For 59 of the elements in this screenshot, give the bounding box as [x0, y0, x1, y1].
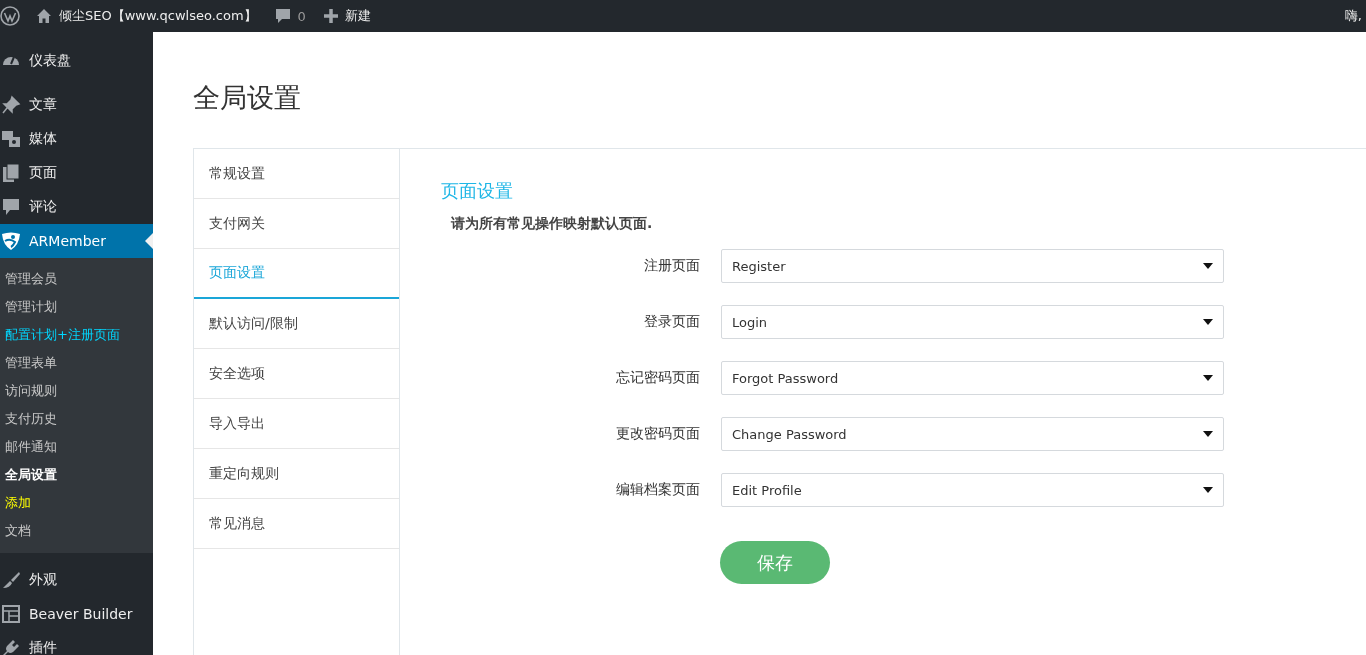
page-title: 全局设置	[193, 81, 302, 115]
section-description: 请为所有常见操作映射默认页面.	[451, 215, 654, 233]
submenu-item[interactable]: 添加	[0, 489, 153, 517]
submenu-item[interactable]: 管理计划	[0, 293, 153, 321]
settings-tab[interactable]: 常规设置	[194, 149, 399, 199]
settings-tab[interactable]: 支付网关	[194, 199, 399, 249]
paintbrush-icon	[1, 570, 21, 590]
menu-item[interactable]: 外观	[0, 563, 153, 597]
menu-item[interactable]: 仪表盘	[0, 44, 153, 78]
submenu-item[interactable]: 管理会员	[0, 265, 153, 293]
current-menu-pointer	[145, 233, 153, 249]
field-label: 登录页面	[643, 313, 700, 331]
plug-icon	[1, 638, 21, 655]
greeting-link[interactable]: 嗨,	[1344, 7, 1366, 25]
layout-icon	[1, 604, 21, 624]
comment-icon[interactable]	[274, 8, 291, 24]
menu-item[interactable]: 页面	[0, 156, 153, 190]
armember-logo-icon	[1, 231, 21, 251]
speech-bubble-icon	[1, 197, 21, 217]
submenu-item[interactable]: 管理表单	[0, 349, 153, 377]
menu-item[interactable]: Beaver Builder	[0, 597, 153, 631]
plus-icon[interactable]	[323, 9, 338, 23]
submenu-item[interactable]: 邮件通知	[0, 433, 153, 461]
submenu-item[interactable]: 支付历史	[0, 405, 153, 433]
dropdown-caret-icon	[1203, 487, 1213, 493]
settings-tab[interactable]: 常见消息	[194, 499, 399, 549]
settings-tab[interactable]: 重定向规则	[194, 449, 399, 499]
menu-item[interactable]: 评论	[0, 190, 153, 224]
site-name-link[interactable]: 倾尘SEO【www.qcwlseo.com】	[59, 7, 257, 25]
submenu-item[interactable]: 配置计划+注册页面	[0, 321, 153, 349]
dropdown-caret-icon	[1203, 375, 1213, 381]
settings-tab[interactable]: 安全选项	[194, 349, 399, 399]
section-title: 页面设置	[441, 179, 514, 203]
page-select[interactable]: Register	[721, 249, 1224, 283]
submenu-item[interactable]: 文档	[0, 517, 153, 545]
dropdown-caret-icon	[1203, 431, 1213, 437]
menu-item[interactable]: 插件	[0, 631, 153, 655]
pushpin-icon	[1, 95, 21, 115]
page-select[interactable]: Forgot Password	[721, 361, 1224, 395]
submenu-item[interactable]: 访问规则	[0, 377, 153, 405]
submenu-item[interactable]: 全局设置	[0, 461, 153, 489]
field-label: 编辑档案页面	[615, 481, 700, 499]
dropdown-caret-icon	[1203, 263, 1213, 269]
page-select[interactable]: Edit Profile	[721, 473, 1224, 507]
field-label: 更改密码页面	[615, 425, 700, 443]
home-icon[interactable]	[36, 8, 52, 24]
field-label: 注册页面	[643, 257, 700, 275]
wordpress-logo-icon[interactable]	[0, 6, 20, 26]
menu-item[interactable]: 媒体	[0, 122, 153, 156]
dropdown-caret-icon	[1203, 319, 1213, 325]
menu-item[interactable]: 文章	[0, 88, 153, 122]
field-label: 忘记密码页面	[615, 369, 700, 387]
page-select[interactable]: Login	[721, 305, 1224, 339]
new-link[interactable]: 新建	[344, 7, 371, 25]
page-select[interactable]: Change Password	[721, 417, 1224, 451]
settings-tab[interactable]: 默认访问/限制	[194, 299, 399, 349]
comment-count[interactable]: 0	[297, 8, 306, 24]
settings-tab[interactable]: 导入导出	[194, 399, 399, 449]
menu-item[interactable]: ARMember	[0, 224, 153, 258]
